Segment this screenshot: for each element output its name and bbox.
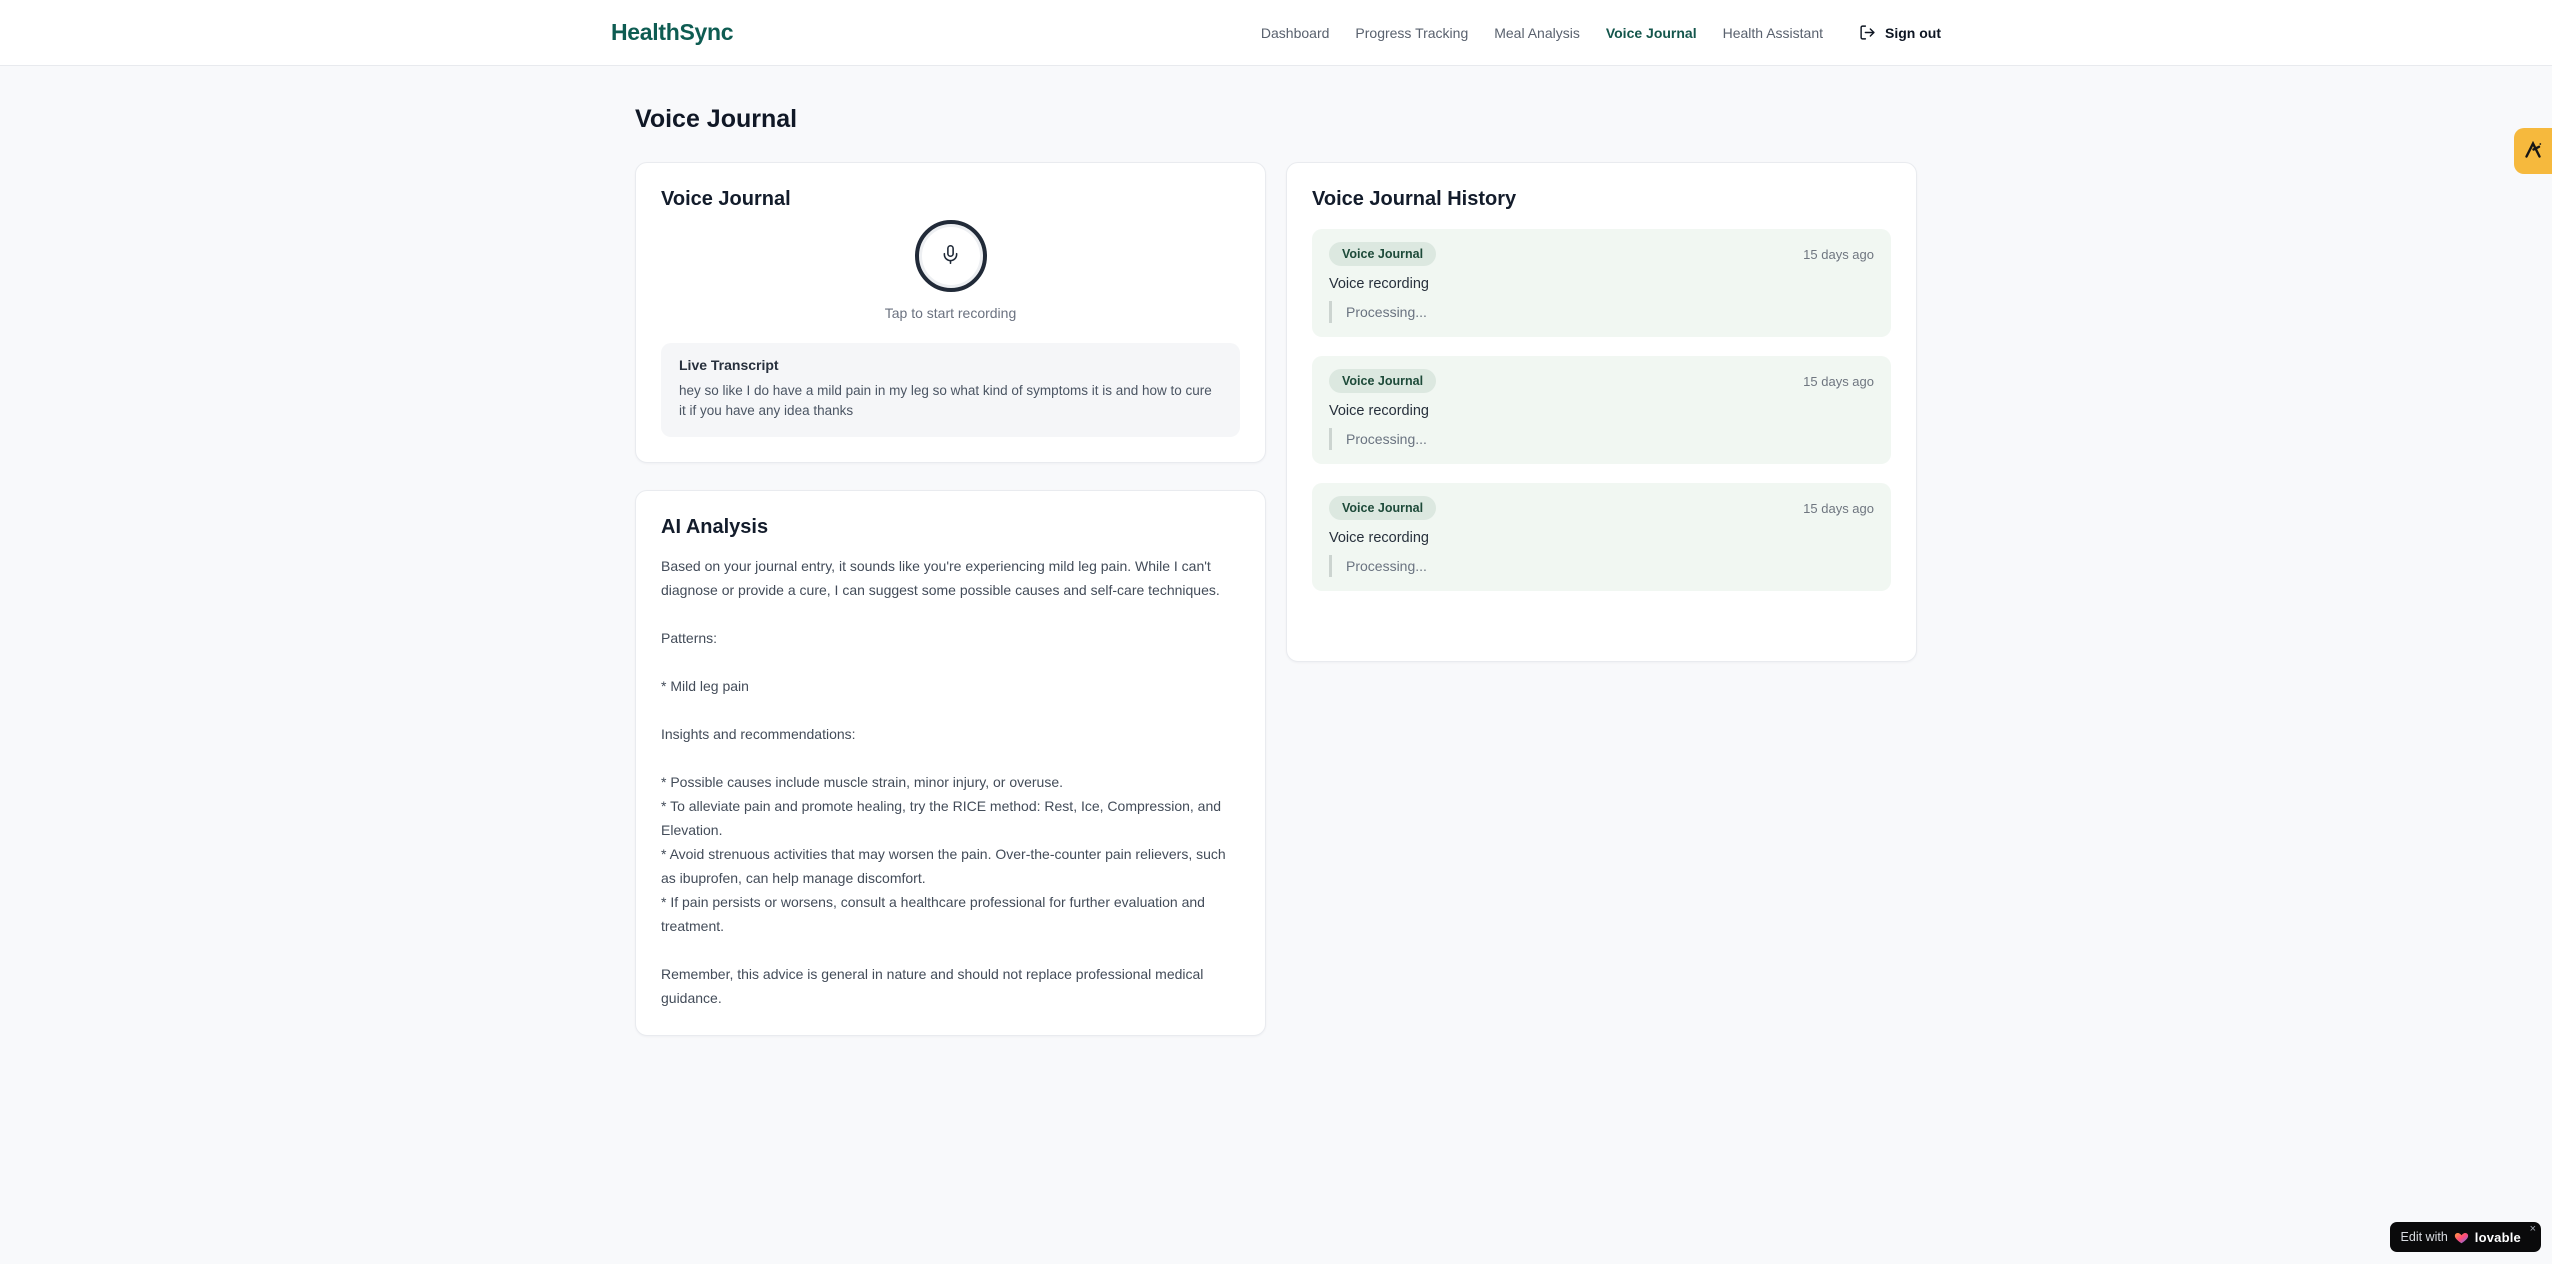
- entry-processing-status: Processing...: [1329, 428, 1874, 450]
- edit-with-label: Edit with: [2400, 1230, 2448, 1244]
- live-transcript-box: Live Transcript hey so like I do have a …: [661, 343, 1240, 437]
- nav-item-dashboard[interactable]: Dashboard: [1261, 25, 1330, 41]
- history-entries-list: Voice Journal 15 days ago Voice recordin…: [1312, 229, 1891, 591]
- live-transcript-text: hey so like I do have a mild pain in my …: [679, 383, 1212, 418]
- lovable-brand-label: lovable: [2474, 1229, 2521, 1245]
- right-column: Voice Journal History Voice Journal 15 d…: [1286, 162, 1917, 662]
- entry-type-badge: Voice Journal: [1329, 242, 1437, 266]
- microphone-icon: [940, 244, 961, 268]
- entry-timestamp: 15 days ago: [1803, 373, 1874, 389]
- history-entry-header: Voice Journal 15 days ago: [1329, 369, 1874, 393]
- ai-analysis-title: AI Analysis: [661, 516, 769, 538]
- ai-analysis-text: Based on your journal entry, it sounds l…: [661, 558, 1226, 1006]
- entry-processing-status: Processing...: [1329, 555, 1874, 577]
- entry-title: Voice recording: [1329, 276, 1429, 292]
- history-entry[interactable]: Voice Journal 15 days ago Voice recordin…: [1312, 356, 1891, 464]
- left-column: Voice Journal Tap to start recording Liv…: [635, 162, 1266, 1036]
- top-navbar: HealthSync Dashboard Progress Tracking M…: [0, 0, 2552, 66]
- app-logo[interactable]: HealthSync: [611, 19, 734, 46]
- history-entry-header: Voice Journal 15 days ago: [1329, 242, 1874, 266]
- nav-item-voice-journal[interactable]: Voice Journal: [1606, 25, 1697, 41]
- entry-processing-status: Processing...: [1329, 301, 1874, 323]
- history-entry-header: Voice Journal 15 days ago: [1329, 496, 1874, 520]
- gradient-heart-icon: [2454, 1230, 2469, 1244]
- page-title: Voice Journal: [635, 105, 798, 133]
- live-transcript-label: Live Transcript: [679, 357, 779, 373]
- entry-timestamp: 15 days ago: [1803, 500, 1874, 516]
- nav-item-health-assistant[interactable]: Health Assistant: [1723, 25, 1823, 41]
- nav-item-meal-analysis[interactable]: Meal Analysis: [1494, 25, 1580, 41]
- sign-out-button[interactable]: Sign out: [1859, 24, 1941, 41]
- navbar-inner: HealthSync Dashboard Progress Tracking M…: [611, 19, 1941, 46]
- main-nav: Dashboard Progress Tracking Meal Analysi…: [1261, 24, 1941, 41]
- history-entry[interactable]: Voice Journal 15 days ago Voice recordin…: [1312, 229, 1891, 337]
- page-content: Voice Journal Voice Journal Tap to start…: [635, 66, 1917, 1036]
- voice-recorder-card: Voice Journal Tap to start recording Liv…: [635, 162, 1266, 463]
- tap-to-record-hint: Tap to start recording: [884, 305, 1017, 321]
- ai-analysis-card: AI Analysis Based on your journal entry,…: [635, 490, 1266, 1036]
- nav-item-progress-tracking[interactable]: Progress Tracking: [1355, 25, 1468, 41]
- side-widget-button[interactable]: [2514, 128, 2552, 174]
- history-card-title: Voice Journal History: [1312, 188, 1517, 210]
- record-button[interactable]: [914, 220, 987, 292]
- entry-title: Voice recording: [1329, 530, 1429, 546]
- entry-type-badge: Voice Journal: [1329, 496, 1437, 520]
- content-grid: Voice Journal Tap to start recording Liv…: [635, 162, 1917, 1036]
- voice-journal-history-card: Voice Journal History Voice Journal 15 d…: [1286, 162, 1917, 662]
- entry-title: Voice recording: [1329, 403, 1429, 419]
- edit-with-lovable-badge[interactable]: Edit with lovable ×: [2389, 1222, 2541, 1252]
- history-entry[interactable]: Voice Journal 15 days ago Voice recordin…: [1312, 483, 1891, 591]
- recorder-card-title: Voice Journal: [661, 188, 791, 210]
- recorder-area: Tap to start recording: [661, 220, 1240, 321]
- logout-icon: [1859, 24, 1876, 41]
- lambda-logo-icon: [2522, 139, 2544, 164]
- badge-close-icon[interactable]: ×: [2530, 1224, 2536, 1235]
- entry-timestamp: 15 days ago: [1803, 246, 1874, 262]
- entry-type-badge: Voice Journal: [1329, 369, 1437, 393]
- sign-out-label: Sign out: [1885, 24, 1941, 41]
